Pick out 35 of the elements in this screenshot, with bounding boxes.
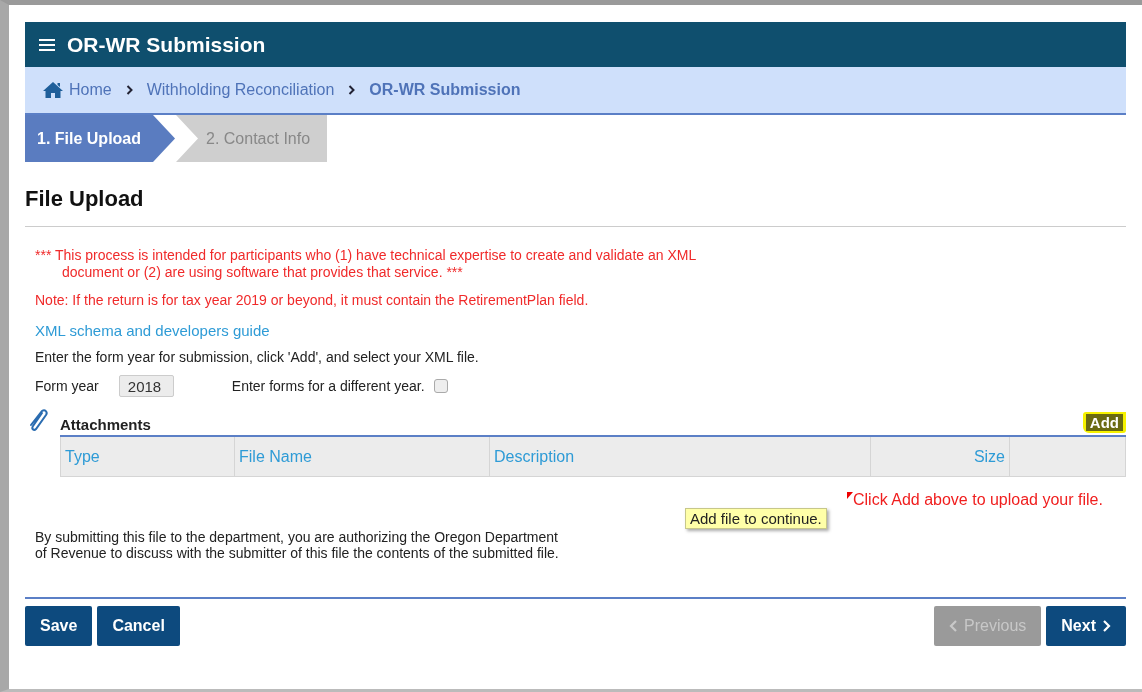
chevron-right-icon xyxy=(125,85,133,95)
breadcrumb-link[interactable]: Withholding Reconciliation xyxy=(146,81,335,99)
section-title: Attachments xyxy=(60,416,151,435)
paperclip-icon xyxy=(27,407,49,433)
add-button[interactable]: Add xyxy=(1085,414,1123,431)
wizard-step[interactable]: 2. Contact Info xyxy=(176,115,328,162)
warning-text: *** This process is intended for participants who (1) have technical expertise to create and validate an XML document or (2) are using software that provides that service. *** xyxy=(35,247,697,281)
wizard-step[interactable]: 1. File Upload xyxy=(25,115,175,162)
form-button[interactable]: Save xyxy=(25,606,93,646)
warning-text: Note: If the return is for tax year 2019 or beyond, it must contain the RetirementPlan field. xyxy=(35,292,590,309)
form-year-field[interactable]: 2018 xyxy=(118,375,174,397)
checkbox[interactable] xyxy=(433,379,448,393)
chevron-right-icon xyxy=(1102,620,1111,632)
field-label: Form year xyxy=(35,378,99,394)
checkbox-label: Enter forms for a different year. xyxy=(231,378,425,394)
error-flag-icon xyxy=(847,492,853,499)
next-button[interactable]: Next xyxy=(1046,606,1126,646)
error-message: Click Add above to upload your file. xyxy=(853,491,1103,509)
instruction-text: Enter the form year for submission, click 'Add', and select your XML file. xyxy=(35,349,480,365)
breadcrumb-link[interactable]: OR-WR Submission xyxy=(369,81,521,99)
column-header[interactable]: Type xyxy=(61,437,235,476)
column-header[interactable]: Size xyxy=(871,437,1010,476)
column-header[interactable]: Description xyxy=(490,437,871,476)
column-header[interactable]: File Name xyxy=(235,437,490,476)
tooltip: Add file to continue. xyxy=(685,508,827,529)
chevron-left-icon xyxy=(949,620,959,632)
breadcrumb-link[interactable]: Home xyxy=(69,81,112,99)
home-icon xyxy=(42,81,64,99)
page-header-title: OR-WR Submission xyxy=(67,32,266,57)
menu-icon[interactable] xyxy=(39,37,55,52)
page-title: File Upload xyxy=(25,186,145,212)
guide-link[interactable]: XML schema and developers guide xyxy=(35,322,270,339)
form-button[interactable]: Cancel xyxy=(97,606,180,646)
disclaimer-text: By submitting this file to the department, you are authorizing the Oregon Department of Revenue to discuss with the submitter of this file the contents of the submitted file. xyxy=(35,529,560,561)
chevron-right-icon xyxy=(348,85,356,95)
